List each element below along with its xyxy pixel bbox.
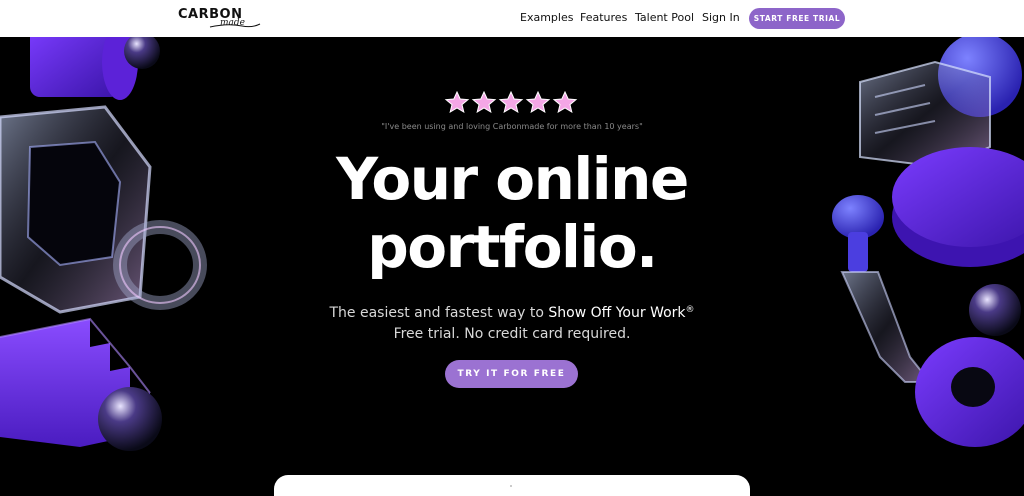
try-it-for-free-button[interactable]: TRY IT FOR FREE: [445, 360, 578, 388]
glass-sphere-bottom-left-shape: [98, 387, 162, 451]
nav-link-talent-pool[interactable]: Talent Pool: [635, 11, 694, 24]
star-icon: [552, 91, 578, 113]
logo-subscript: made: [220, 18, 245, 28]
headline-line-2: portfolio.: [367, 213, 658, 281]
hero-subtitle: The easiest and fastest way to Show Off …: [262, 305, 762, 321]
headline-line-1: Your online: [336, 145, 689, 213]
preview-card-dot: [510, 485, 512, 487]
nav-link-examples[interactable]: Examples: [520, 11, 573, 24]
testimonial-quote: "I've been using and loving Carbonmade f…: [381, 122, 643, 131]
hero-section: "I've been using and loving Carbonmade f…: [0, 37, 1024, 496]
star-icon: [498, 91, 524, 113]
purple-cylinder-right-shape: [892, 147, 1024, 267]
registered-mark: ®: [685, 305, 695, 315]
start-free-trial-button[interactable]: START FREE TRIAL: [749, 8, 845, 29]
star-icon: [525, 91, 551, 113]
nav-link-sign-in[interactable]: Sign In: [702, 11, 740, 24]
top-nav: CARBON made Examples Features Talent Poo…: [0, 0, 1024, 37]
star-icon: [471, 91, 497, 113]
subtitle-prefix: The easiest and fastest way to: [329, 305, 549, 321]
preview-card: [274, 475, 750, 496]
hero-headline: Your online portfolio.: [262, 145, 762, 281]
purple-ring-shape: [915, 337, 1024, 447]
purple-cylinder-left-shape: [30, 37, 138, 100]
star-rating: [444, 91, 578, 113]
glass-sphere-right-shape: [969, 284, 1021, 336]
hero-subtitle-line-2: Free trial. No credit card required.: [393, 326, 631, 342]
star-icon: [444, 91, 470, 113]
carbonmade-logo[interactable]: CARBON made: [178, 7, 262, 29]
nav-link-features[interactable]: Features: [580, 11, 627, 24]
subtitle-highlight: Show Off Your Work: [548, 305, 686, 321]
